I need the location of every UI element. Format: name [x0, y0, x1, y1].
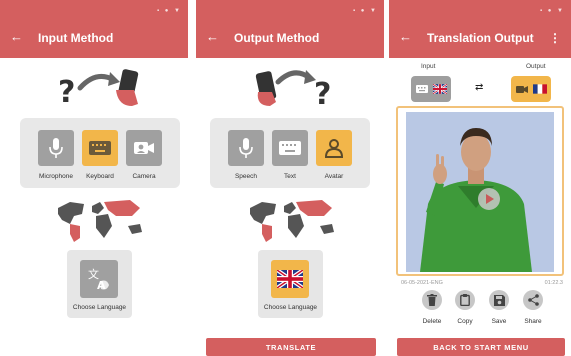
back-to-start-menu-button[interactable]: BACK TO START MENU: [397, 338, 565, 356]
delete-label: Delete: [422, 318, 442, 325]
translation-output-screen: ▪ ● ▼ ← Translation Output ⋮ Input Outpu…: [389, 0, 571, 356]
uk-flag-icon: [432, 84, 447, 94]
status-bar-icons: ▪ ● ▼: [156, 8, 182, 14]
speech-option[interactable]: Speech: [226, 130, 266, 180]
text-label: Text: [284, 173, 296, 180]
status-bar-icons: ▪ ● ▼: [539, 8, 565, 14]
input-method-screen: ▪ ● ▼ ← Input Method ? Microphone Keyboa…: [0, 0, 188, 356]
choose-language-label: Choose Language: [263, 304, 318, 311]
world-map-illustration: [0, 194, 188, 242]
share-button[interactable]: Share: [518, 290, 548, 325]
trash-icon[interactable]: [422, 290, 442, 310]
keyboard-label: Keyboard: [86, 173, 114, 180]
keyboard-icon[interactable]: [82, 130, 118, 166]
microphone-option[interactable]: Microphone: [36, 130, 76, 180]
output-method-card: Speech Text Avatar: [210, 118, 370, 188]
translate-button[interactable]: TRANSLATE: [206, 338, 376, 356]
choose-language-card[interactable]: Choose Language: [258, 250, 323, 318]
output-method-screen: ▪ ● ▼ ← Output Method ? Speech Text Avat…: [196, 0, 384, 356]
question-to-phone-illustration: ?: [0, 64, 188, 108]
back-arrow-icon[interactable]: ←: [399, 30, 412, 43]
output-language-selector[interactable]: [511, 76, 551, 102]
text-option[interactable]: Text: [270, 130, 310, 180]
avatar-option[interactable]: Avatar: [314, 130, 354, 180]
back-arrow-icon[interactable]: ←: [10, 30, 23, 43]
clipboard-icon[interactable]: [455, 290, 475, 310]
svg-text:?: ?: [58, 75, 75, 108]
avatar-label: Avatar: [324, 173, 344, 180]
recording-duration: 01:22.3: [544, 280, 563, 286]
keyboard-icon[interactable]: [272, 130, 308, 166]
avatar-video-frame: [396, 106, 564, 276]
choose-language-label: Choose Language: [72, 304, 127, 311]
avatar-icon[interactable]: [316, 130, 352, 166]
input-language-selector[interactable]: [411, 76, 451, 102]
microphone-icon[interactable]: [38, 130, 74, 166]
recording-date: 06-05-2021-ENG: [401, 280, 443, 286]
share-icon[interactable]: [523, 290, 543, 310]
play-icon[interactable]: [478, 188, 500, 210]
keyboard-icon: [415, 85, 428, 93]
translate-icon[interactable]: 文 A: [80, 260, 118, 298]
speech-label: Speech: [234, 173, 258, 180]
choose-language-card[interactable]: 文 A Choose Language: [67, 250, 132, 318]
france-flag-icon: [532, 84, 547, 94]
back-arrow-icon[interactable]: ←: [206, 30, 219, 43]
more-menu-icon[interactable]: ⋮: [549, 31, 561, 45]
svg-text:?: ?: [314, 77, 331, 108]
world-map-illustration: [196, 194, 384, 242]
page-title: Output Method: [234, 31, 320, 45]
save-label: Save: [491, 318, 507, 325]
camera-option[interactable]: Camera: [124, 130, 164, 180]
input-method-card: Microphone Keyboard Camera: [20, 118, 180, 188]
swap-arrows-icon[interactable]: ⇄: [475, 82, 483, 93]
share-label: Share: [524, 318, 542, 325]
microphone-icon[interactable]: [228, 130, 264, 166]
save-button[interactable]: Save: [484, 290, 514, 325]
phone-to-question-illustration: ?: [196, 64, 384, 108]
output-label: Output: [526, 63, 546, 70]
app-bar: ▪ ● ▼ ← Translation Output ⋮: [389, 0, 571, 58]
page-title: Input Method: [38, 31, 114, 45]
camera-label: Camera: [132, 173, 156, 180]
page-title: Translation Output: [427, 31, 534, 45]
microphone-label: Microphone: [39, 173, 73, 180]
video-icon: [515, 85, 528, 94]
delete-button[interactable]: Delete: [417, 290, 447, 325]
uk-flag-icon[interactable]: [271, 260, 309, 298]
status-bar-icons: ▪ ● ▼: [352, 8, 378, 14]
input-label: Input: [421, 63, 436, 70]
app-bar: ▪ ● ▼ ← Output Method: [196, 0, 384, 58]
copy-label: Copy: [457, 318, 473, 325]
keyboard-option[interactable]: Keyboard: [80, 130, 120, 180]
camera-icon[interactable]: [126, 130, 162, 166]
copy-button[interactable]: Copy: [450, 290, 480, 325]
floppy-disk-icon[interactable]: [489, 290, 509, 310]
app-bar: ▪ ● ▼ ← Input Method: [0, 0, 188, 58]
avatar-video[interactable]: [406, 112, 554, 272]
